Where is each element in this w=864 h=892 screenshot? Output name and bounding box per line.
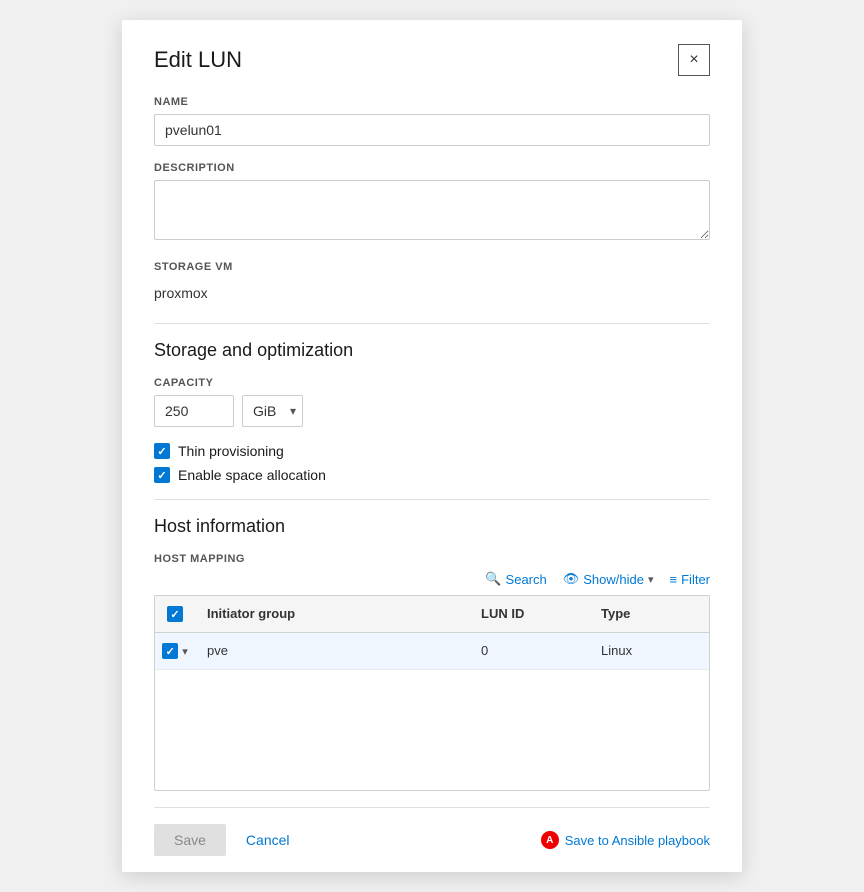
checkbox-column-header bbox=[155, 596, 195, 632]
storage-vm-value: proxmox bbox=[154, 279, 710, 307]
description-field-group: DESCRIPTION bbox=[154, 162, 710, 245]
enable-space-row: Enable space allocation bbox=[154, 467, 710, 483]
storage-section-title: Storage and optimization bbox=[154, 340, 710, 361]
footer-bar: Save Cancel A Save to Ansible playbook bbox=[154, 807, 710, 872]
row-expand-icon[interactable]: ▾ bbox=[182, 645, 188, 658]
thin-provisioning-label: Thin provisioning bbox=[178, 443, 284, 459]
description-input[interactable] bbox=[154, 180, 710, 240]
ansible-label: Save to Ansible playbook bbox=[565, 833, 710, 848]
eye-icon: 👁 bbox=[563, 571, 580, 587]
search-action[interactable]: 🔍 Search bbox=[485, 571, 546, 587]
search-label: Search bbox=[506, 572, 547, 587]
ansible-playbook-link[interactable]: A Save to Ansible playbook bbox=[541, 831, 710, 849]
ansible-icon: A bbox=[541, 831, 559, 849]
search-icon: 🔍 bbox=[485, 571, 501, 587]
showhide-action[interactable]: 👁 Show/hide ▾ bbox=[563, 571, 654, 587]
host-section: Host information HOST MAPPING 🔍 Search 👁… bbox=[154, 516, 710, 791]
close-button[interactable]: × bbox=[678, 44, 710, 76]
thin-provisioning-checkbox[interactable] bbox=[154, 443, 170, 459]
section-divider bbox=[154, 323, 710, 324]
filter-action[interactable]: ≡ Filter bbox=[670, 572, 710, 587]
modal-header: Edit LUN × bbox=[154, 44, 710, 76]
description-label: DESCRIPTION bbox=[154, 162, 710, 174]
close-icon: × bbox=[689, 51, 698, 69]
host-mapping-bar: 🔍 Search 👁 Show/hide ▾ ≡ Filter bbox=[154, 571, 710, 587]
row-checkbox-cell: ▾ bbox=[155, 633, 195, 669]
row-type: Linux bbox=[589, 633, 709, 669]
enable-space-label: Enable space allocation bbox=[178, 467, 326, 483]
table-row: ▾ pve 0 Linux bbox=[155, 633, 709, 670]
showhide-label: Show/hide bbox=[583, 572, 644, 587]
host-divider bbox=[154, 499, 710, 500]
capacity-input[interactable] bbox=[154, 395, 234, 427]
select-all-checkbox[interactable] bbox=[167, 606, 183, 622]
type-header: Type bbox=[589, 596, 709, 632]
edit-lun-modal: Edit LUN × NAME DESCRIPTION STORAGE VM p… bbox=[122, 20, 742, 872]
filter-label: Filter bbox=[681, 572, 710, 587]
storage-section: Storage and optimization CAPACITY GiB Ti… bbox=[154, 340, 710, 483]
name-input[interactable] bbox=[154, 114, 710, 146]
chevron-down-icon: ▾ bbox=[648, 573, 654, 586]
capacity-row: GiB TiB MiB bbox=[154, 395, 710, 427]
row-checkbox[interactable] bbox=[162, 643, 178, 659]
initiator-group-header: Initiator group bbox=[195, 596, 469, 632]
storage-vm-field-group: STORAGE VM proxmox bbox=[154, 261, 710, 307]
capacity-label: CAPACITY bbox=[154, 377, 710, 389]
filter-icon: ≡ bbox=[670, 572, 678, 587]
table-header: Initiator group LUN ID Type bbox=[155, 596, 709, 633]
storage-vm-label: STORAGE VM bbox=[154, 261, 710, 273]
unit-select[interactable]: GiB TiB MiB bbox=[242, 395, 303, 427]
host-mapping-table: Initiator group LUN ID Type ▾ pve 0 Linu… bbox=[154, 595, 710, 791]
row-initiator-group: pve bbox=[195, 633, 469, 669]
unit-select-wrapper: GiB TiB MiB bbox=[242, 395, 303, 427]
name-label: NAME bbox=[154, 96, 710, 108]
enable-space-checkbox[interactable] bbox=[154, 467, 170, 483]
capacity-field-group: CAPACITY GiB TiB MiB bbox=[154, 377, 710, 427]
footer-left: Save Cancel bbox=[154, 824, 302, 856]
thin-provisioning-row: Thin provisioning bbox=[154, 443, 710, 459]
lun-id-header: LUN ID bbox=[469, 596, 589, 632]
cancel-button[interactable]: Cancel bbox=[234, 824, 302, 856]
host-mapping-label: HOST MAPPING bbox=[154, 553, 710, 565]
name-field-group: NAME bbox=[154, 96, 710, 146]
table-empty-area bbox=[155, 670, 709, 790]
modal-title: Edit LUN bbox=[154, 47, 242, 73]
save-button[interactable]: Save bbox=[154, 824, 226, 856]
host-section-title: Host information bbox=[154, 516, 710, 537]
row-lun-id: 0 bbox=[469, 633, 589, 669]
